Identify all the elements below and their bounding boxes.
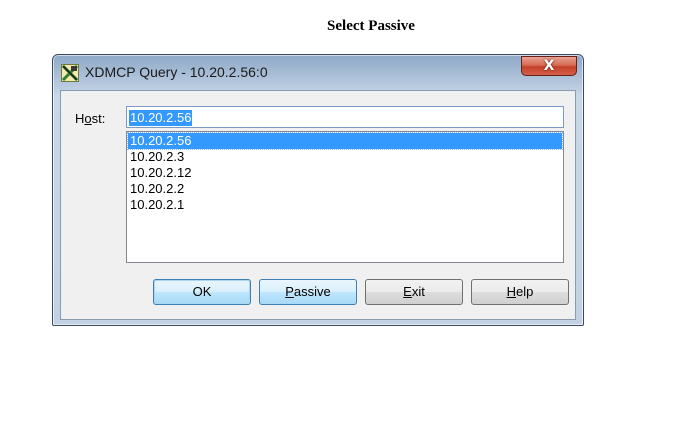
passive-label-rest: assive — [293, 284, 331, 299]
host-input[interactable]: 10.20.2.56 — [126, 106, 564, 128]
xdmcp-query-dialog: XDMCP Query - 10.20.2.56:0 X Host: 10.20… — [52, 54, 584, 326]
host-label-mnemonic: o — [84, 111, 92, 126]
help-button[interactable]: Help — [471, 279, 569, 305]
xming-x-icon — [61, 64, 79, 82]
page-heading: Select Passive — [327, 18, 415, 34]
host-list-item[interactable]: 10.20.2.2 — [128, 181, 562, 197]
host-list-item[interactable]: 10.20.2.1 — [128, 197, 562, 213]
help-mnemonic: H — [506, 284, 517, 299]
host-label: Host: — [75, 111, 105, 126]
exit-mnemonic: E — [403, 284, 412, 299]
window-title: XDMCP Query - 10.20.2.56:0 — [85, 64, 268, 80]
ok-button[interactable]: OK — [153, 279, 251, 305]
host-list-item[interactable]: 10.20.2.3 — [128, 149, 562, 165]
passive-mnemonic: P — [285, 284, 294, 299]
host-label-prefix: H — [75, 111, 85, 126]
exit-button[interactable]: Exit — [365, 279, 463, 305]
host-list-item[interactable]: 10.20.2.12 — [128, 165, 562, 181]
host-input-value: 10.20.2.56 — [129, 110, 193, 126]
host-label-suffix: st: — [91, 111, 106, 126]
close-button[interactable]: X — [521, 56, 577, 76]
exit-label-rest: xit — [411, 284, 425, 299]
passive-button[interactable]: Passive — [259, 279, 357, 305]
host-list[interactable]: 10.20.2.56 10.20.2.3 10.20.2.12 10.20.2.2 10… — [126, 131, 564, 263]
dialog-client-area: Host: 10.20.2.56 10.20.2.56 10.20.2.3 10.2… — [60, 90, 576, 320]
title-bar[interactable]: XDMCP Query - 10.20.2.56:0 X — [53, 55, 583, 89]
host-list-item[interactable]: 10.20.2.56 — [127, 132, 563, 150]
page: Select Passive XDMCP Query - 10.20.2.56:… — [0, 0, 676, 424]
help-label-rest: elp — [516, 284, 534, 299]
